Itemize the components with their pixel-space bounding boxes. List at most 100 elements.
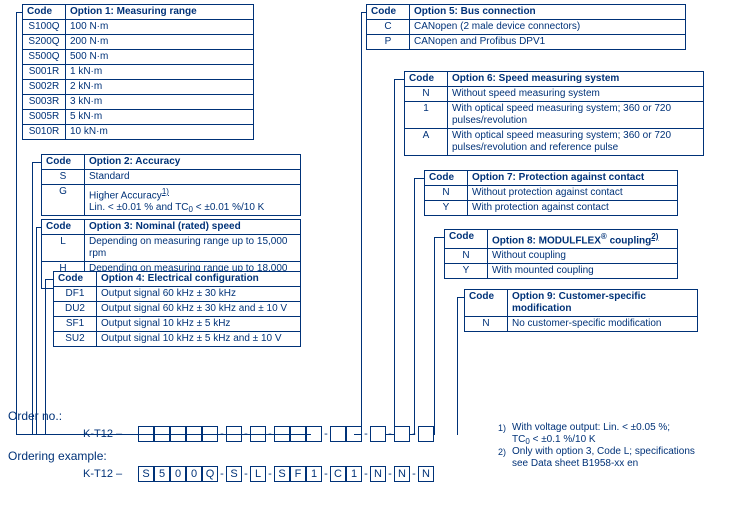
opt1-val: 500 N·m bbox=[66, 50, 254, 65]
connector-line bbox=[434, 237, 445, 238]
order-cell bbox=[138, 426, 154, 442]
opt1-val: 10 kN·m bbox=[66, 125, 254, 140]
option5-title: Option 5: Bus connection bbox=[410, 5, 686, 20]
footnote-num: 2) bbox=[498, 446, 512, 470]
opt4-val: Output signal 60 kHz ± 30 kHz and ± 10 V bbox=[97, 302, 301, 317]
order-dash: - bbox=[266, 426, 274, 442]
opt3-code: L bbox=[42, 235, 85, 262]
order-cell: N bbox=[370, 466, 386, 482]
option4-title: Option 4: Electrical configuration bbox=[97, 272, 301, 287]
order-cell bbox=[250, 426, 266, 442]
order-dash: - bbox=[362, 466, 370, 482]
option8-table: Code Option 8: MODULFLEX® coupling2) NWi… bbox=[444, 229, 678, 279]
opt1-code: S010R bbox=[23, 125, 66, 140]
opt1-code: S100Q bbox=[23, 20, 66, 35]
opt1-code: S003R bbox=[23, 95, 66, 110]
col-code: Code bbox=[445, 230, 488, 249]
opt5-code: C bbox=[367, 20, 410, 35]
opt8-code: Y bbox=[445, 264, 488, 279]
col-code: Code bbox=[405, 72, 448, 87]
order-dash: - bbox=[266, 466, 274, 482]
order-cell: 5 bbox=[154, 466, 170, 482]
order-cell bbox=[306, 426, 322, 442]
order-no-label: Order no.: bbox=[8, 409, 62, 423]
opt5-val: CANopen and Profibus DPV1 bbox=[410, 35, 686, 50]
order-dash: - bbox=[410, 426, 418, 442]
connector-line bbox=[32, 162, 42, 163]
opt4-code: DF1 bbox=[54, 287, 97, 302]
option3-title: Option 3: Nominal (rated) speed bbox=[85, 220, 301, 235]
opt1-val: 5 kN·m bbox=[66, 110, 254, 125]
ordering-example-boxes: S500Q-S-L-SF1-C1-N-N-N bbox=[138, 466, 434, 482]
order-cell: S bbox=[226, 466, 242, 482]
connector-line bbox=[45, 279, 54, 280]
opt4-val: Output signal 10 kHz ± 5 kHz and ± 10 V bbox=[97, 332, 301, 347]
opt2-code: S bbox=[42, 170, 85, 185]
col-code: Code bbox=[425, 171, 468, 186]
order-dash: - bbox=[218, 466, 226, 482]
col-code: Code bbox=[42, 220, 85, 235]
opt8-val: With mounted coupling bbox=[488, 264, 678, 279]
order-dash: - bbox=[410, 466, 418, 482]
order-cell: Q bbox=[202, 466, 218, 482]
col-code: Code bbox=[23, 5, 66, 20]
order-cell bbox=[186, 426, 202, 442]
opt3-val: Depending on measuring range up to 15,00… bbox=[85, 235, 301, 262]
option9-title: Option 9: Customer-specific modification bbox=[508, 290, 698, 317]
order-cell bbox=[346, 426, 362, 442]
footnote-text: Only with option 3, Code L; specificatio… bbox=[512, 446, 698, 470]
option4-table: Code Option 4: Electrical configuration … bbox=[53, 271, 301, 347]
order-cell: S bbox=[274, 466, 290, 482]
opt4-val: Output signal 10 kHz ± 5 kHz bbox=[97, 317, 301, 332]
connector-line bbox=[16, 12, 23, 13]
order-cell: C bbox=[330, 466, 346, 482]
option1-table: Code Option 1: Measuring range S100Q100 … bbox=[22, 4, 254, 140]
order-dash: - bbox=[218, 426, 226, 442]
col-code: Code bbox=[54, 272, 97, 287]
footnotes: 1) With voltage output: Lin. < ±0.05 %; … bbox=[498, 422, 698, 470]
opt5-val: CANopen (2 male device connectors) bbox=[410, 20, 686, 35]
col-code: Code bbox=[367, 5, 410, 20]
opt1-val: 100 N·m bbox=[66, 20, 254, 35]
opt1-val: 200 N·m bbox=[66, 35, 254, 50]
connector-line bbox=[16, 12, 17, 435]
order-cell bbox=[154, 426, 170, 442]
option6-table: Code Option 6: Speed measuring system NW… bbox=[404, 71, 704, 156]
opt1-code: S005R bbox=[23, 110, 66, 125]
connector-line bbox=[414, 178, 425, 179]
order-dash: - bbox=[362, 426, 370, 442]
footnote-ref-1[interactable]: 1) bbox=[162, 187, 169, 196]
option6-title: Option 6: Speed measuring system bbox=[448, 72, 704, 87]
option7-table: Code Option 7: Protection against contac… bbox=[424, 170, 678, 216]
connector-line bbox=[36, 227, 37, 435]
opt6-val: Without speed measuring system bbox=[448, 87, 704, 102]
order-cell bbox=[418, 426, 434, 442]
opt5-code: P bbox=[367, 35, 410, 50]
connector-line bbox=[434, 237, 435, 435]
order-cell bbox=[330, 426, 346, 442]
connector-line bbox=[457, 297, 458, 435]
opt2-val: Standard bbox=[85, 170, 301, 185]
order-dash: - bbox=[322, 426, 330, 442]
footnote-ref-2[interactable]: 2) bbox=[651, 232, 658, 241]
opt9-val: No customer-specific modification bbox=[508, 317, 698, 332]
order-cell bbox=[274, 426, 290, 442]
order-prefix: K-T12 – bbox=[83, 468, 122, 480]
order-cell bbox=[394, 426, 410, 442]
order-cell: 1 bbox=[306, 466, 322, 482]
order-cell: F bbox=[290, 466, 306, 482]
order-cell: 1 bbox=[346, 466, 362, 482]
order-dash: - bbox=[386, 466, 394, 482]
opt6-code: N bbox=[405, 87, 448, 102]
option5-table: Code Option 5: Bus connection CCANopen (… bbox=[366, 4, 686, 50]
col-code: Code bbox=[465, 290, 508, 317]
option2-table: Code Option 2: Accuracy SStandard G High… bbox=[41, 154, 301, 216]
col-code: Code bbox=[42, 155, 85, 170]
opt7-val: Without protection against contact bbox=[468, 186, 678, 201]
order-cell: N bbox=[418, 466, 434, 482]
order-dash: - bbox=[242, 466, 250, 482]
order-cell bbox=[290, 426, 306, 442]
opt4-val: Output signal 60 kHz ± 30 kHz bbox=[97, 287, 301, 302]
opt7-code: Y bbox=[425, 201, 468, 216]
opt1-code: S200Q bbox=[23, 35, 66, 50]
